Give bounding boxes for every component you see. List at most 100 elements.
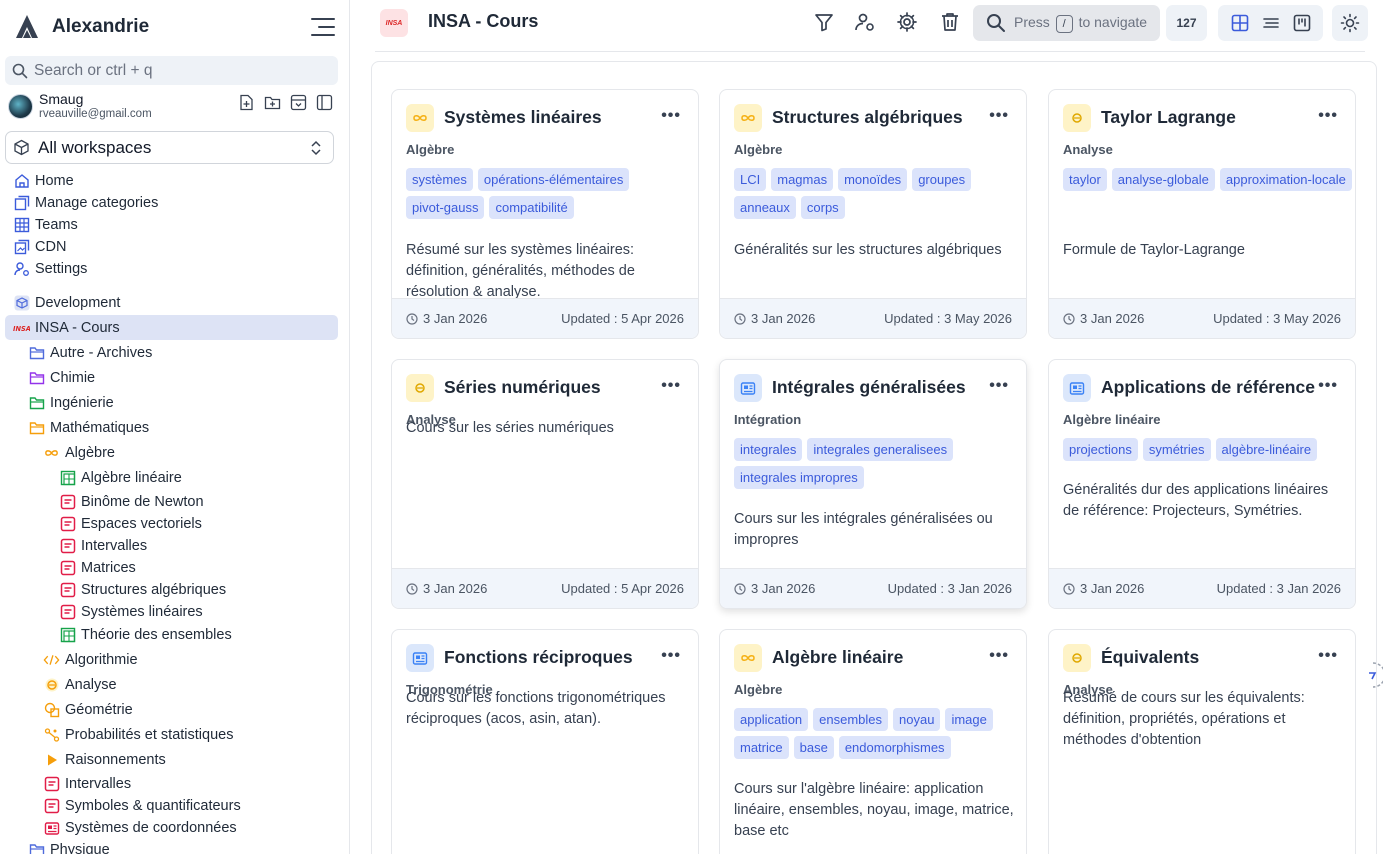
tag[interactable]: opérations-élémentaires (477, 168, 630, 191)
tag[interactable]: monoïdes (838, 168, 908, 191)
kanban-view-icon[interactable] (1292, 13, 1312, 33)
more-options-icon[interactable]: ••• (661, 377, 681, 395)
document-card[interactable]: Intégrales généralisées ••• Intégration … (719, 359, 1027, 609)
tag[interactable]: endomorphismes (838, 736, 951, 759)
quick-action-icon[interactable] (1363, 660, 1383, 690)
theme-toggle[interactable] (1332, 5, 1368, 41)
document-card[interactable]: Systèmes linéaires ••• Algèbre systèmes o… (391, 89, 699, 339)
tag[interactable]: magmas (771, 168, 834, 191)
search-input[interactable]: Search or ctrl + q (5, 56, 338, 85)
tree-item[interactable]: Matrices (59, 559, 136, 576)
tree-item[interactable]: Development (13, 294, 120, 311)
document-card[interactable]: Algèbre linéaire ••• Algèbre application… (719, 629, 1027, 854)
trash-icon[interactable] (939, 11, 961, 33)
tree-item[interactable]: Binôme de Newton (59, 493, 204, 510)
more-options-icon[interactable]: ••• (1318, 107, 1338, 125)
tag[interactable]: analyse-globale (1111, 168, 1215, 191)
gear-icon[interactable] (896, 11, 918, 33)
more-options-icon[interactable]: ••• (661, 107, 681, 125)
tag[interactable]: algèbre-linéaire (1215, 438, 1318, 461)
nav-home[interactable]: Home (13, 172, 74, 189)
tag[interactable]: integrales (734, 438, 803, 461)
document-card[interactable]: Équivalents ••• Analyse Résumé de cours … (1048, 629, 1356, 854)
workspace-selector[interactable]: All workspaces (5, 131, 334, 164)
brand[interactable]: Alexandrie (14, 13, 149, 41)
more-options-icon[interactable]: ••• (989, 647, 1009, 665)
infinity-icon (406, 104, 434, 132)
document-card[interactable]: Applications de référence ••• Algèbre li… (1048, 359, 1356, 609)
menu-toggle-icon[interactable] (310, 16, 336, 38)
more-options-icon[interactable]: ••• (989, 107, 1009, 125)
new-document-icon[interactable] (238, 94, 255, 111)
tag[interactable]: integrales generalisees (807, 438, 954, 461)
tree-item[interactable]: Systèmes de coordonnées (43, 819, 237, 836)
tag[interactable]: matrice (734, 736, 789, 759)
tree-item[interactable]: Géométrie (43, 701, 133, 718)
tree-item[interactable]: Structures algébriques (59, 581, 226, 598)
search-placeholder: Search or ctrl + q (34, 61, 153, 79)
tree-item[interactable]: Mathématiques (28, 419, 149, 436)
tree-item[interactable]: Théorie des ensembles (59, 626, 232, 643)
tree-item[interactable]: Intervalles (43, 775, 131, 792)
more-options-icon[interactable]: ••• (989, 377, 1009, 395)
tag[interactable]: noyau (893, 708, 941, 731)
tree-item[interactable]: Autre - Archives (28, 344, 152, 361)
user-profile[interactable]: Smaug rveauville@gmail.com (8, 91, 152, 122)
tree-item[interactable]: Probabilités et statistiques (43, 726, 233, 743)
nav-manage-categories-label: Manage categories (35, 194, 159, 211)
tree-item[interactable]: Algèbre linéaire (59, 469, 182, 486)
tree-item[interactable]: Symboles & quantificateurs (43, 797, 241, 814)
tag[interactable]: application (734, 708, 809, 731)
document-card[interactable]: Structures algébriques ••• Algèbre LCI ma… (719, 89, 1027, 339)
new-folder-icon[interactable] (264, 94, 281, 111)
tag[interactable]: taylor (1063, 168, 1107, 191)
analysis-icon (1063, 104, 1091, 132)
list-view-icon[interactable] (1261, 13, 1281, 33)
tree-item[interactable]: Algorithmie (43, 651, 138, 668)
nav-manage-categories[interactable]: Manage categories (13, 194, 158, 211)
tree-item[interactable]: Systèmes linéaires (59, 603, 203, 620)
tag[interactable]: symétries (1142, 438, 1211, 461)
tag[interactable]: projections (1063, 438, 1138, 461)
tag[interactable]: systèmes (406, 168, 473, 191)
nav-settings[interactable]: Settings (13, 260, 87, 277)
tree-item[interactable]: INSA INSA - Cours (13, 319, 120, 336)
tree-item[interactable]: Ingénierie (28, 394, 114, 411)
tree-item[interactable]: Physique (28, 841, 110, 854)
more-options-icon[interactable]: ••• (1318, 647, 1338, 665)
tree-item[interactable]: Espaces vectoriels (59, 515, 202, 532)
more-options-icon[interactable]: ••• (1318, 377, 1338, 395)
tag[interactable]: image (945, 708, 993, 731)
tag[interactable]: base (793, 736, 834, 759)
document-card[interactable]: Fonctions réciproques ••• Trigonométrie … (391, 629, 699, 854)
search-icon (12, 63, 28, 78)
tree-item[interactable]: Algèbre (43, 444, 115, 461)
sidebar-collapse-icon[interactable] (316, 94, 333, 111)
tag[interactable]: compatibilité (489, 196, 574, 219)
tree-item-label: Chimie (50, 369, 96, 386)
tree-item[interactable]: Chimie (28, 369, 95, 386)
tree-item[interactable]: Raisonnements (43, 751, 166, 768)
tag[interactable]: integrales impropres (734, 466, 864, 489)
command-palette-button[interactable]: Press / to navigate (973, 5, 1160, 41)
tree-item-label: Raisonnements (65, 751, 166, 768)
user-settings-icon[interactable] (854, 11, 876, 33)
nav-cdn[interactable]: CDN (13, 238, 66, 255)
grid-view-icon[interactable] (1230, 13, 1250, 33)
tag[interactable]: anneaux (734, 196, 796, 219)
tag[interactable]: ensembles (813, 708, 889, 731)
filter-icon[interactable] (813, 11, 835, 33)
tag[interactable]: groupes (912, 168, 972, 191)
tree-item[interactable]: Analyse (43, 676, 117, 693)
document-card[interactable]: Séries numériques ••• Analyse Cours sur … (391, 359, 699, 609)
tree-item-label: Autre - Archives (50, 344, 153, 361)
tag[interactable]: approximation-locale (1219, 168, 1352, 191)
more-options-icon[interactable]: ••• (661, 647, 681, 665)
tag[interactable]: pivot-gauss (406, 196, 485, 219)
tag[interactable]: LCI (734, 168, 767, 191)
tag[interactable]: corps (800, 196, 845, 219)
nav-teams[interactable]: Teams (13, 216, 78, 233)
tree-item[interactable]: Intervalles (59, 537, 147, 554)
document-card[interactable]: Taylor Lagrange ••• Analyse taylor analys… (1048, 89, 1356, 339)
import-icon[interactable] (290, 94, 307, 111)
